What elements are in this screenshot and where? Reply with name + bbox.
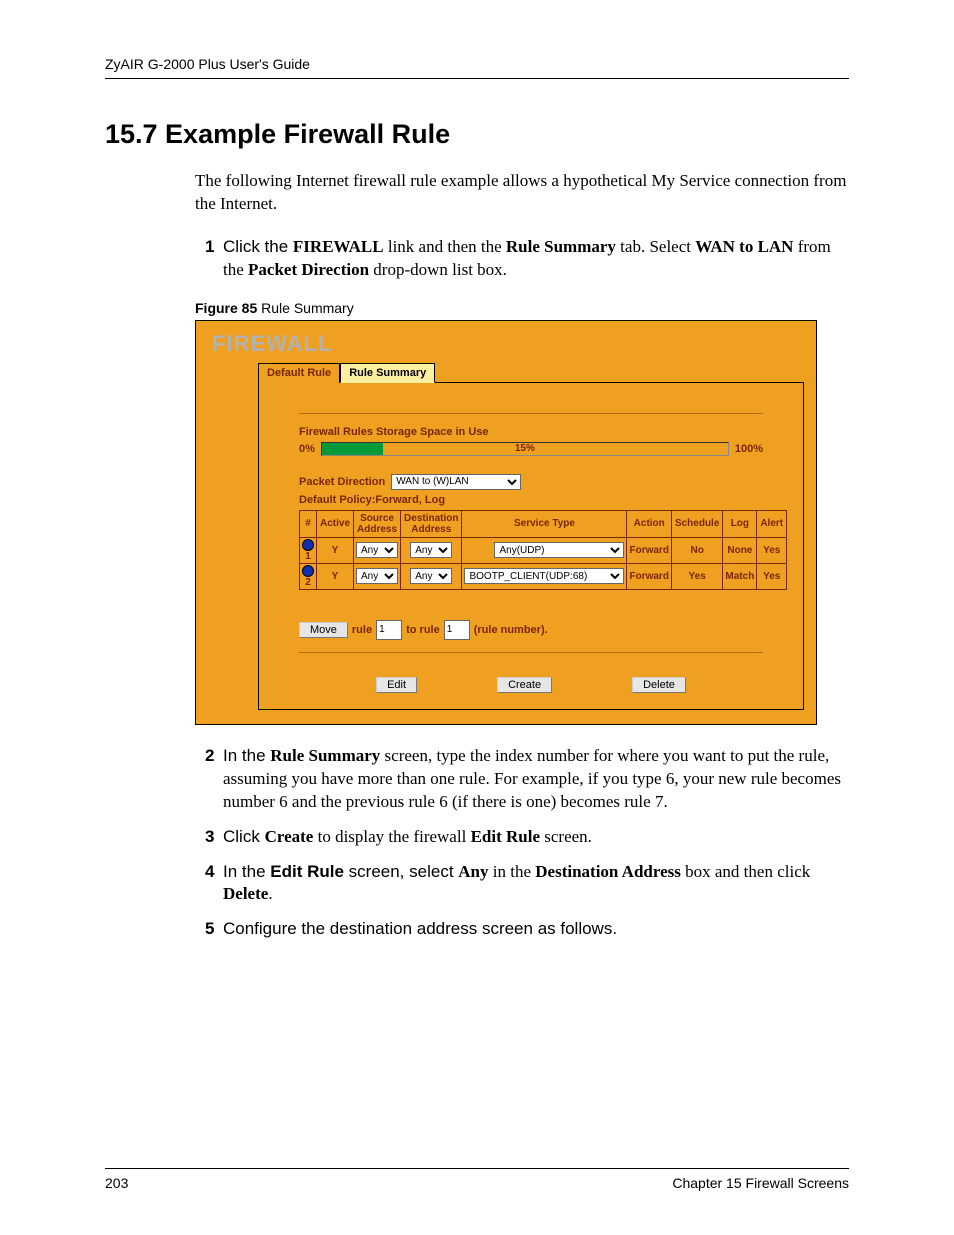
chapter-label: Chapter 15 Firewall Screens: [672, 1175, 849, 1191]
step-text: screen.: [540, 827, 592, 846]
term-create: Create: [265, 827, 314, 846]
row-active: Y: [317, 537, 354, 563]
page-header: ZyAIR G-2000 Plus User's Guide: [105, 56, 849, 79]
row-log: Match: [723, 563, 757, 589]
svc-select[interactable]: Any(UDP): [494, 542, 624, 558]
step-5: 5 Configure the destination address scre…: [205, 918, 849, 941]
storage-100pct: 100%: [735, 443, 763, 455]
row-alert: Yes: [757, 537, 787, 563]
screenshot-rule-summary: FIREWALL Default Rule Rule Summary Firew…: [195, 320, 817, 725]
rules-table: # Active Source Address Destination Addr…: [299, 510, 787, 590]
step-text: screen, select: [344, 862, 458, 881]
term-wan-to-lan: WAN to LAN: [695, 237, 793, 256]
row-active: Y: [317, 563, 354, 589]
tab-rule-summary[interactable]: Rule Summary: [340, 363, 435, 383]
step-text: Click: [223, 827, 265, 846]
step-number: 4: [205, 861, 223, 907]
rule-tail: (rule number).: [474, 624, 548, 636]
table-row: 2 Y Any Any BOOTP_CLIENT(UDP:68) Forward…: [300, 563, 787, 589]
term-firewall: FIREWALL: [293, 237, 384, 256]
row-sched: No: [671, 537, 722, 563]
row-alert: Yes: [757, 563, 787, 589]
term-packet-direction: Packet Direction: [248, 260, 369, 279]
step-text: to display the firewall: [313, 827, 470, 846]
row-sched: Yes: [671, 563, 722, 589]
th-num: #: [300, 510, 317, 537]
figure-title: Rule Summary: [257, 300, 353, 316]
rule-to-input[interactable]: [444, 620, 470, 640]
step-text: link and then the: [384, 237, 506, 256]
panel: Firewall Rules Storage Space in Use 0% 1…: [258, 382, 804, 710]
term-any: Any: [458, 862, 488, 881]
row-action: Forward: [627, 537, 671, 563]
move-button[interactable]: Move: [299, 622, 348, 638]
intro-paragraph: The following Internet firewall rule exa…: [195, 170, 849, 216]
th-active: Active: [317, 510, 354, 537]
row-num: 2: [305, 577, 311, 588]
th-action: Action: [627, 510, 671, 537]
term-rule-summary: Rule Summary: [270, 746, 380, 765]
packet-direction-label: Packet Direction: [299, 476, 385, 488]
figure-label: Figure 85: [195, 300, 257, 316]
step-text: box and then click: [681, 862, 810, 881]
create-button[interactable]: Create: [497, 677, 552, 693]
term-destination-address: Destination Address: [535, 862, 681, 881]
src-select[interactable]: Any: [356, 542, 398, 558]
step-3: 3 Click Create to display the firewall E…: [205, 826, 849, 849]
term-delete: Delete: [223, 884, 268, 903]
svc-select[interactable]: BOOTP_CLIENT(UDP:68): [464, 568, 624, 584]
step-text: Click the: [223, 237, 293, 256]
row-log: None: [723, 537, 757, 563]
tab-default-rule[interactable]: Default Rule: [258, 363, 340, 383]
page-number: 203: [105, 1175, 128, 1191]
step-number: 5: [205, 918, 223, 941]
rule-label: rule: [352, 624, 372, 636]
delete-button[interactable]: Delete: [632, 677, 686, 693]
section-heading: 15.7 Example Firewall Rule: [105, 119, 849, 150]
step-text: drop-down list box.: [369, 260, 507, 279]
storage-0pct: 0%: [299, 443, 315, 455]
step-number: 2: [205, 745, 223, 814]
default-policy: Default Policy:Forward, Log: [299, 494, 763, 506]
screenshot-title: FIREWALL: [208, 331, 804, 357]
step-1: 1 Click the FIREWALL link and then the R…: [205, 236, 849, 282]
radio-icon[interactable]: [302, 565, 314, 577]
figure-caption: Figure 85 Rule Summary: [195, 300, 849, 316]
th-log: Log: [723, 510, 757, 537]
step-text: in the: [489, 862, 536, 881]
step-text: Configure the destination address screen…: [223, 918, 849, 941]
th-svc: Service Type: [462, 510, 627, 537]
term-edit-rule: Edit Rule: [270, 862, 344, 881]
edit-button[interactable]: Edit: [376, 677, 417, 693]
step-text: In the: [223, 746, 270, 765]
step-number: 1: [205, 236, 223, 282]
radio-icon[interactable]: [302, 539, 314, 551]
th-sched: Schedule: [671, 510, 722, 537]
storage-title: Firewall Rules Storage Space in Use: [299, 426, 763, 438]
step-text: In the: [223, 862, 270, 881]
storage-fill: [322, 443, 383, 455]
step-4: 4 In the Edit Rule screen, select Any in…: [205, 861, 849, 907]
packet-direction-select[interactable]: WAN to (W)LAN: [391, 474, 521, 490]
src-select[interactable]: Any: [356, 568, 398, 584]
dst-select[interactable]: Any: [410, 542, 452, 558]
row-action: Forward: [627, 563, 671, 589]
th-alert: Alert: [757, 510, 787, 537]
step-2: 2 In the Rule Summary screen, type the i…: [205, 745, 849, 814]
rule-from-input[interactable]: [376, 620, 402, 640]
dst-select[interactable]: Any: [410, 568, 452, 584]
tab-bar: Default Rule Rule Summary: [258, 363, 804, 383]
term-rule-summary: Rule Summary: [506, 237, 616, 256]
th-dst: Destination Address: [401, 510, 462, 537]
term-edit-rule: Edit Rule: [471, 827, 540, 846]
storage-15pct: 15%: [515, 443, 535, 454]
to-rule-label: to rule: [406, 624, 440, 636]
step-text: .: [268, 884, 272, 903]
row-num: 1: [305, 551, 311, 562]
th-src: Source Address: [354, 510, 401, 537]
step-number: 3: [205, 826, 223, 849]
table-row: 1 Y Any Any Any(UDP) Forward No None Yes: [300, 537, 787, 563]
storage-bar: 15%: [321, 442, 729, 456]
step-text: tab. Select: [616, 237, 695, 256]
